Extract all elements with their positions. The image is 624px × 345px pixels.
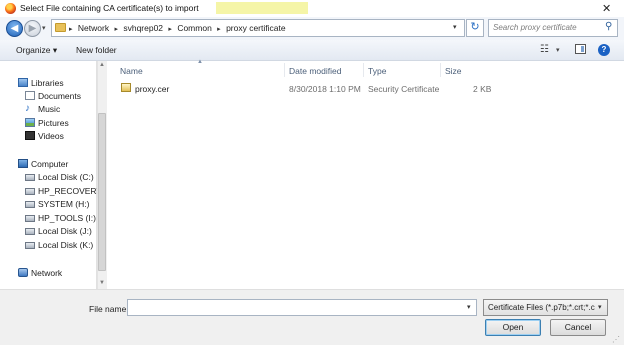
nav-item-drive-j[interactable]: Local Disk (J:) — [38, 226, 92, 236]
disk-icon — [25, 201, 35, 208]
column-divider[interactable] — [440, 63, 441, 77]
breadcrumb-common[interactable]: Common — [177, 23, 211, 33]
disk-icon — [25, 242, 35, 249]
firefox-icon — [5, 3, 16, 14]
pictures-icon — [25, 118, 35, 127]
scroll-down-icon[interactable]: ▼ — [99, 280, 105, 286]
nav-item-pictures[interactable]: Pictures — [38, 118, 69, 128]
highlight-mark — [216, 2, 308, 14]
filter-dropdown-icon[interactable]: ▾ — [598, 303, 602, 311]
disk-icon — [25, 188, 35, 195]
file-name-label: File name: — [89, 304, 129, 314]
library-icon — [18, 78, 28, 87]
nav-item-drive-i[interactable]: HP_TOOLS (I:) — [38, 213, 96, 223]
nav-item-videos[interactable]: Videos — [38, 131, 64, 141]
column-header-type[interactable]: Type — [368, 66, 386, 76]
nav-scrollbar-thumb[interactable] — [98, 113, 106, 271]
breadcrumb-separator: ▸ — [69, 26, 73, 33]
music-icon: ♪ — [25, 103, 30, 114]
file-type-filter-label: Certificate Files (*.p7b;*.crt;*.ce — [488, 303, 595, 312]
scroll-up-icon[interactable]: ▲ — [99, 62, 105, 68]
nav-item-libraries[interactable]: Libraries — [31, 78, 64, 88]
address-dropdown-icon[interactable]: ▾ — [453, 23, 457, 31]
breadcrumb: ▸ Network ▸ svhqrep02 ▸ Common ▸ proxy c… — [69, 23, 289, 33]
nav-item-drive-k[interactable]: Local Disk (K:) — [38, 240, 93, 250]
nav-item-documents[interactable]: Documents — [38, 91, 81, 101]
column-header-size[interactable]: Size — [445, 66, 462, 76]
computer-icon — [18, 159, 28, 168]
nav-item-music[interactable]: Music — [38, 104, 60, 114]
network-icon — [18, 268, 28, 277]
file-size: 2 KB — [473, 84, 492, 94]
document-icon — [25, 91, 35, 100]
certificate-file-icon — [121, 83, 131, 92]
breadcrumb-separator: ▸ — [168, 26, 172, 33]
file-name[interactable]: proxy.cer — [135, 84, 169, 94]
breadcrumb-server[interactable]: svhqrep02 — [123, 23, 163, 33]
sort-arrow-icon: ▲ — [197, 59, 203, 65]
help-icon[interactable]: ? — [598, 44, 610, 56]
disk-icon — [25, 215, 35, 222]
forward-arrow-icon[interactable]: ▶ — [24, 20, 41, 37]
breadcrumb-current[interactable]: proxy certificate — [226, 23, 286, 33]
folder-icon — [55, 23, 66, 32]
refresh-icon[interactable]: ↻ — [466, 19, 484, 37]
nav-item-drive-h[interactable]: SYSTEM (H:) — [38, 199, 89, 209]
search-icon[interactable]: ⚲ — [605, 21, 612, 32]
cancel-button[interactable]: Cancel — [550, 319, 606, 336]
preview-pane-icon[interactable] — [575, 44, 586, 54]
column-header-name[interactable]: Name — [120, 66, 143, 76]
column-divider[interactable] — [363, 63, 364, 77]
column-divider[interactable] — [284, 63, 285, 77]
resize-grip-icon[interactable]: ⋰ — [612, 335, 620, 344]
breadcrumb-separator: ▸ — [114, 26, 118, 33]
breadcrumb-network[interactable]: Network — [78, 23, 109, 33]
file-type: Security Certificate — [368, 84, 440, 94]
nav-item-computer[interactable]: Computer — [31, 159, 68, 169]
breadcrumb-separator: ▸ — [217, 26, 221, 33]
back-arrow-icon[interactable]: ◀ — [6, 20, 23, 37]
file-name-dropdown-icon[interactable]: ▾ — [467, 303, 471, 311]
videos-icon — [25, 131, 35, 140]
open-button[interactable]: Open — [485, 319, 541, 336]
view-dropdown-icon[interactable]: ▾ — [556, 46, 560, 54]
nav-item-network[interactable]: Network — [31, 268, 62, 278]
new-folder-button[interactable]: New folder — [76, 45, 117, 55]
view-icon[interactable]: ☷ — [540, 44, 549, 55]
disk-icon — [25, 174, 35, 181]
column-header-date[interactable]: Date modified — [289, 66, 341, 76]
search-placeholder: Search proxy certificate — [493, 23, 577, 32]
organize-button[interactable]: Organize ▾ — [16, 45, 57, 56]
file-date: 8/30/2018 1:10 PM — [289, 84, 361, 94]
close-icon[interactable]: ✕ — [602, 2, 611, 15]
window-title: Select File containing CA certificate(s)… — [20, 3, 199, 13]
history-dropdown-icon[interactable]: ▾ — [42, 24, 46, 32]
file-name-input[interactable] — [127, 299, 477, 316]
disk-icon — [25, 228, 35, 235]
nav-item-drive-c[interactable]: Local Disk (C:) — [38, 172, 94, 182]
footer-panel — [0, 289, 624, 345]
